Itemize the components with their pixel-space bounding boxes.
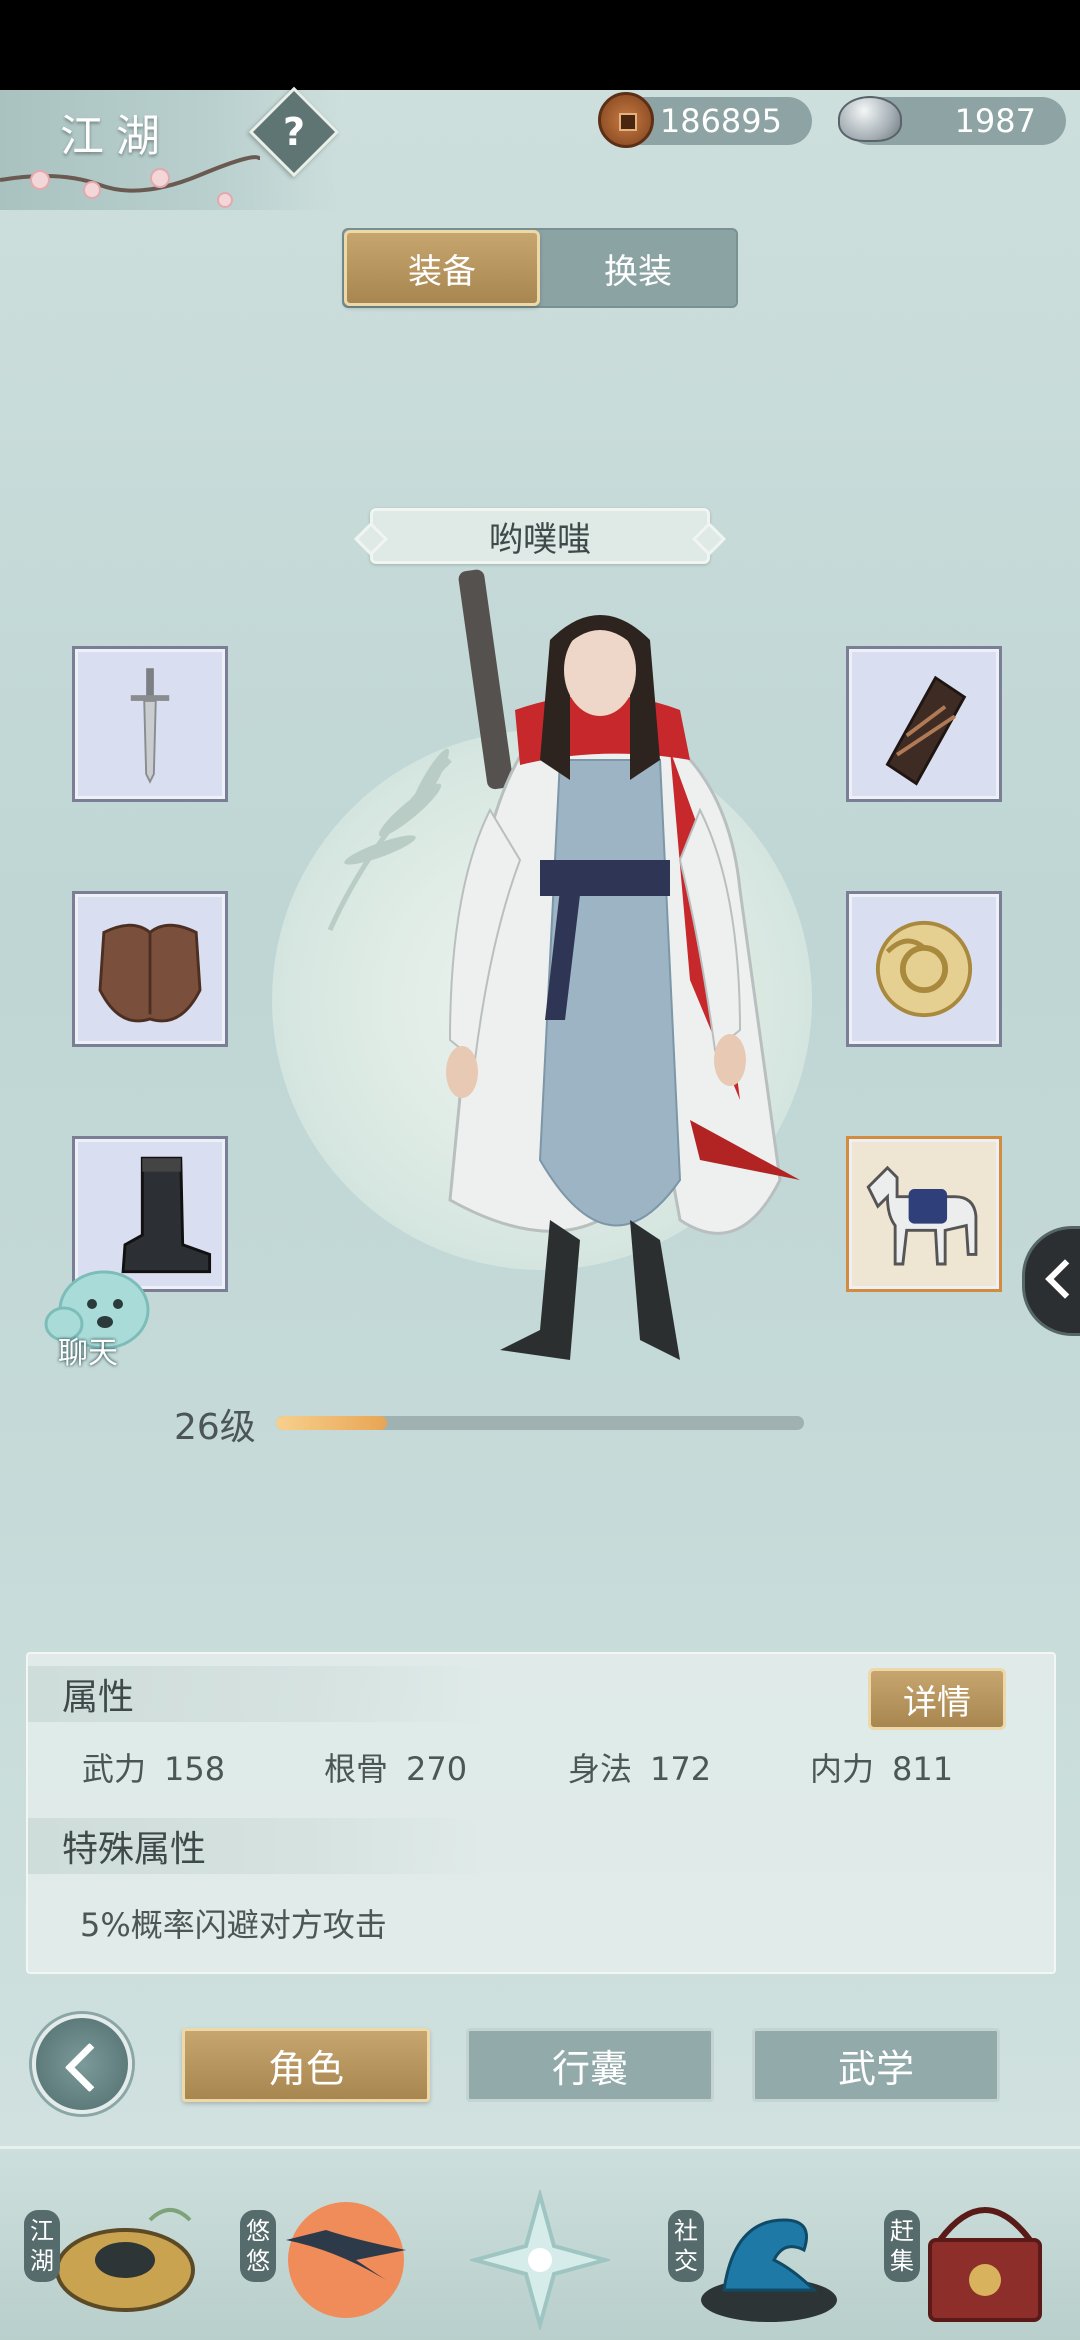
accessory-slot[interactable]	[846, 891, 1002, 1047]
dock-label-jianghu: 江湖	[24, 2210, 60, 2282]
straw-hat-icon	[55, 2208, 195, 2312]
leather-armor-icon	[98, 923, 202, 1023]
special-attribute-text: 5%概率闪避对方攻击	[80, 1906, 387, 1944]
sword-icon	[130, 668, 170, 784]
stat-inner-power: 内力 811	[810, 1744, 953, 1790]
tab-equipment[interactable]: 装备	[344, 230, 540, 306]
stat-strength: 武力 158	[82, 1744, 225, 1790]
stat-value: 158	[164, 1750, 226, 1788]
dock-market[interactable]: 赶集	[880, 2170, 1070, 2340]
nav-martial-button[interactable]: 武学	[752, 2028, 1000, 2102]
level-progress-bar	[276, 1416, 804, 1430]
character-model[interactable]	[380, 560, 820, 1400]
level-progress-fill	[276, 1416, 387, 1430]
silver-ingot-icon	[838, 96, 902, 142]
stat-label: 身法	[568, 1750, 633, 1788]
question-icon: ?	[282, 110, 306, 154]
stat-value: 811	[892, 1750, 954, 1788]
bracer-slot[interactable]	[846, 646, 1002, 802]
dock-label-social: 社交	[668, 2210, 704, 2282]
chat-label: 聊天	[58, 1336, 118, 1371]
dock-jianghu[interactable]: 江湖	[20, 2170, 210, 2340]
stat-label: 武力	[82, 1750, 147, 1788]
nav-role-button[interactable]: 角色	[182, 2028, 430, 2102]
tab-outfit[interactable]: 换装	[540, 230, 736, 306]
copper-amount: 186895	[659, 102, 782, 140]
stat-label: 内力	[810, 1750, 875, 1788]
nav-bag-button[interactable]: 行囊	[466, 2028, 714, 2102]
bracer-icon	[885, 675, 967, 786]
page-title: 江湖	[60, 111, 172, 162]
stat-constitution: 根骨 270	[324, 1744, 467, 1790]
character-nameplate: 哟噗嗤	[370, 508, 710, 564]
expand-side-button[interactable]	[1022, 1226, 1080, 1336]
dock-label-market: 赶集	[884, 2210, 920, 2282]
back-button[interactable]	[32, 2014, 132, 2114]
dock-social[interactable]: 社交	[664, 2170, 854, 2340]
stat-value: 172	[650, 1750, 712, 1788]
equipment-tabs: 装备 换装	[342, 228, 738, 308]
attributes-heading: 属性	[28, 1666, 488, 1722]
silver-amount: 1987	[954, 102, 1036, 140]
armor-slot[interactable]	[72, 891, 228, 1047]
dock-youyou[interactable]: 悠悠	[236, 2170, 426, 2340]
jade-pendant-icon	[875, 920, 973, 1018]
horse-icon	[866, 1165, 978, 1266]
character-name: 哟噗嗤	[489, 519, 591, 560]
level-text: 26级	[174, 1407, 256, 1448]
mount-slot[interactable]	[846, 1136, 1002, 1292]
special-attributes-heading: 特殊属性	[28, 1818, 488, 1874]
details-button[interactable]: 详情	[868, 1668, 1006, 1730]
stat-value: 270	[406, 1750, 468, 1788]
stat-label: 根骨	[324, 1750, 389, 1788]
wave-icon	[701, 2218, 837, 2322]
dock-label-youyou: 悠悠	[240, 2210, 276, 2282]
stat-agility: 身法 172	[568, 1744, 711, 1790]
swallow-sun-icon	[286, 2202, 406, 2318]
weapon-slot[interactable]	[72, 646, 228, 802]
market-basket-icon	[928, 2207, 1042, 2322]
status-bar	[0, 0, 1080, 90]
center-star-icon[interactable]	[470, 2190, 610, 2330]
copper-coin-icon	[598, 92, 654, 148]
